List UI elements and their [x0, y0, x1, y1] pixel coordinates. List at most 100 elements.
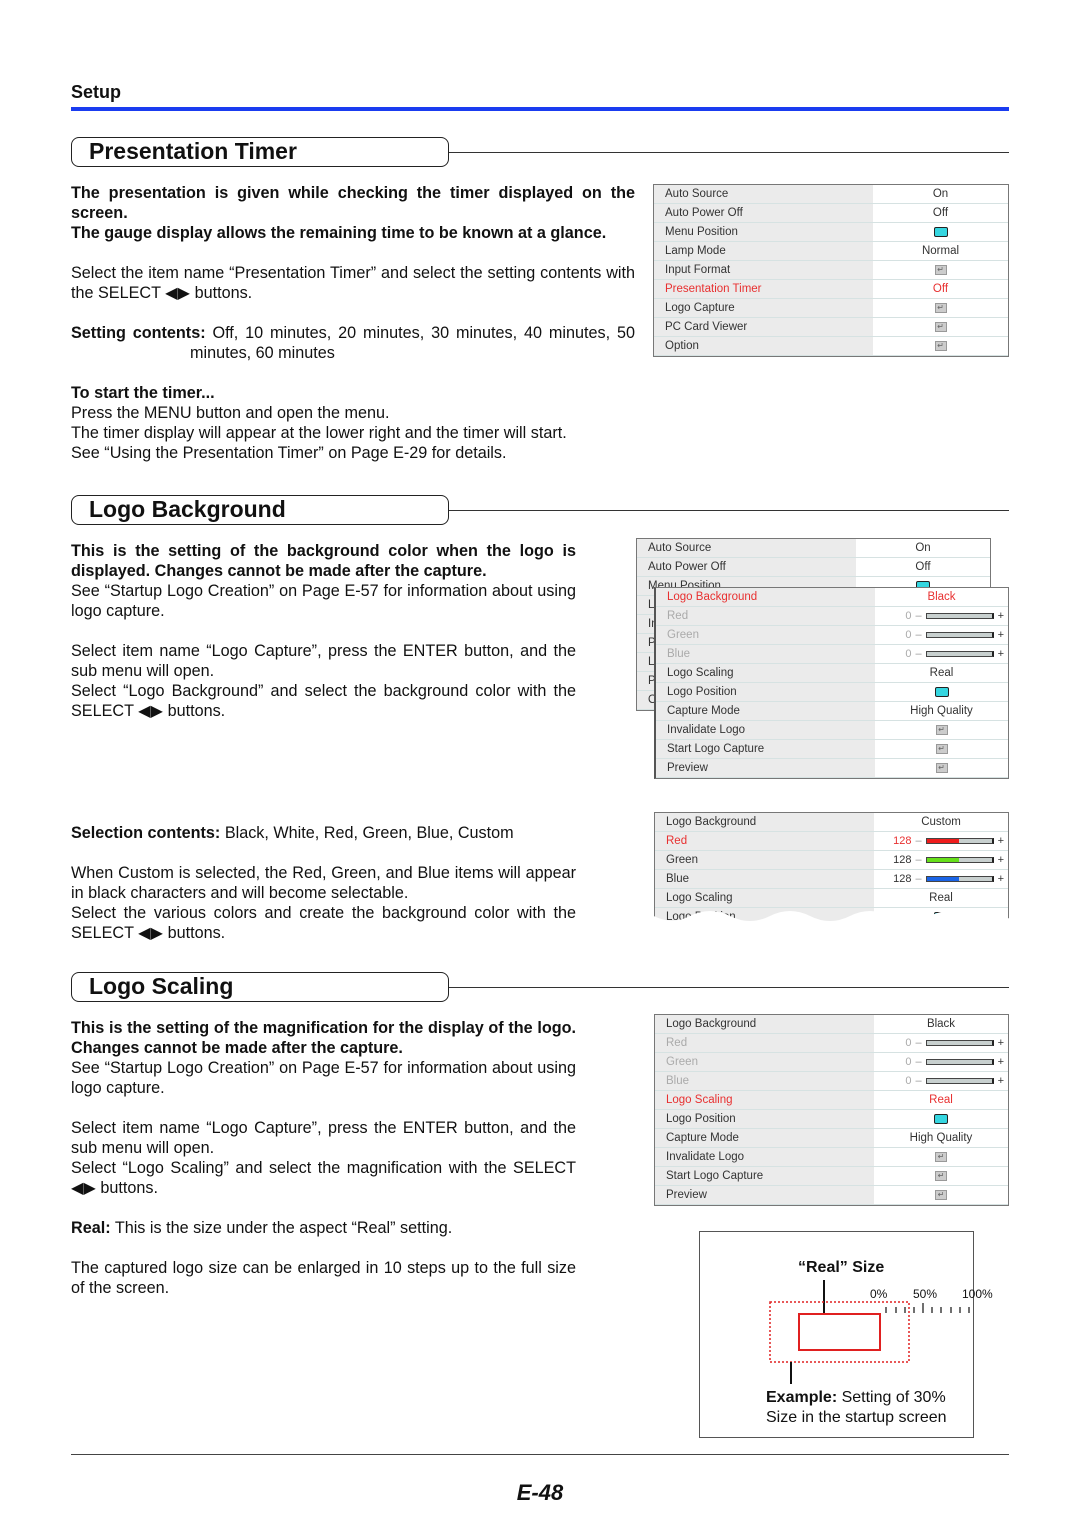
intro: The gauge display allows the remaining t… [71, 224, 607, 242]
slider-bar [925, 1040, 994, 1046]
menu-row: Invalidate Logo ↵ [656, 721, 1008, 740]
menu-item-label: Auto Source [654, 185, 873, 203]
section-title-logo-background: Logo Background [71, 495, 449, 525]
minus-icon: – [915, 834, 922, 847]
enter-icon: ↵ [934, 322, 947, 332]
paragraph: See “Startup Logo Creation” on Page E-57… [71, 1059, 576, 1097]
slider-value: 128 [893, 853, 912, 866]
menu-screenshot-custom: Logo Background Custom Red 128– + Green 128– + B… [654, 812, 1009, 922]
menu-item-slider: 128– + [874, 870, 1008, 889]
menu-item-label: Invalidate Logo [656, 721, 875, 739]
menu-item-icon [875, 687, 1008, 697]
paragraph: Select the various colors and create the… [71, 904, 576, 942]
menu-item-label: Start Logo Capture [655, 1167, 874, 1185]
menu-row: Capture Mode High Quality [656, 702, 1008, 721]
slider-fill [926, 839, 960, 843]
menu-row: Logo Position [656, 683, 1008, 702]
menu-screenshot-timer: Auto Source On Auto Power Off Off Menu Posit… [653, 184, 1009, 357]
menu-item-label: Logo Position [655, 1110, 874, 1128]
menu-item-icon: ↵ [874, 1152, 1008, 1162]
minus-icon: – [915, 853, 922, 866]
menu-item-label: Logo Background [656, 588, 875, 606]
enter-icon: ↵ [935, 1171, 947, 1181]
position-icon [934, 1114, 948, 1124]
menu-item-value: Real [929, 1093, 953, 1106]
menu-screenshot-logo-background: Logo Background Black Red 0– + Green 0– + Blue 0–… [654, 587, 1009, 779]
selection-label: Selection contents: [71, 824, 221, 842]
minus-icon: – [915, 1036, 922, 1049]
slider-fill [926, 877, 960, 881]
menu-item-slider: 0– + [874, 1034, 1008, 1053]
menu-item-value: Normal [921, 244, 960, 257]
menu-item-label: Green [655, 1053, 874, 1071]
menu-item-label: Preview [656, 759, 875, 777]
enter-icon: ↵ [935, 744, 948, 754]
menu-item-label: Option [654, 337, 873, 355]
menu-item-icon [874, 1114, 1008, 1124]
menu-item-value: High Quality [909, 1131, 973, 1144]
position-icon [934, 687, 949, 697]
menu-item-slider: 0– + [875, 626, 1008, 645]
menu-item-value: High Quality [910, 704, 973, 717]
menu-item-label: Logo Background [655, 1015, 874, 1033]
menu-item-label: Preview [655, 1186, 874, 1204]
menu-item-value: Custom [921, 815, 961, 828]
section-title-logo-scaling: Logo Scaling [71, 972, 449, 1002]
menu-item-label: Input Format [654, 261, 873, 279]
paragraph: Select “Logo Scaling” and select the mag… [71, 1159, 576, 1197]
plus-icon: + [997, 1074, 1004, 1087]
real-size-diagram: “Real” Size 0% 50% 100% Example: Setting… [699, 1231, 993, 1438]
menu-row: Logo Background Black [656, 588, 1008, 607]
menu-item-slider: 0– + [874, 1072, 1008, 1091]
menu-item-icon: ↵ [873, 341, 1008, 351]
menu-item-icon: ↵ [873, 322, 1008, 332]
enter-icon: ↵ [934, 303, 947, 313]
menu-row: Logo Scaling Real [655, 889, 1008, 908]
menu-row: Blue 0– + [656, 645, 1008, 664]
menu-item-label: PC Card Viewer [654, 318, 873, 336]
menu-item-label: Logo Position [656, 683, 875, 701]
menu-row: Lamp Mode Normal [654, 242, 1008, 261]
enter-icon: ↵ [935, 1152, 947, 1162]
menu-row: Invalidate Logo ↵ [655, 1148, 1008, 1167]
menu-item-label: Lamp Mode [654, 242, 873, 260]
menu-row: Capture Mode High Quality [655, 1129, 1008, 1148]
menu-item-label: Logo Scaling [655, 1091, 874, 1109]
menu-item-label: Invalidate Logo [655, 1148, 874, 1166]
menu-item-label: Red [656, 607, 875, 625]
menu-item-icon: ↵ [875, 744, 1008, 754]
slider-bar [925, 1078, 994, 1084]
menu-row: Red 0– + [655, 1034, 1008, 1053]
position-icon [933, 227, 948, 237]
menu-item-value: Real [929, 891, 953, 904]
menu-row: Logo Background Black [655, 1015, 1008, 1034]
menu-item-value: Black [927, 590, 956, 603]
plus-icon: + [997, 628, 1004, 641]
menu-row: Start Logo Capture ↵ [655, 1167, 1008, 1186]
menu-item-label: Red [655, 1034, 874, 1052]
menu-row: Option ↵ [654, 337, 1008, 356]
menu-item-icon: ↵ [875, 725, 1008, 735]
selection-values: Black, White, Red, Green, Blue, Custom [224, 824, 514, 842]
menu-item-slider: 0– + [874, 1053, 1008, 1072]
enter-icon: ↵ [934, 265, 947, 275]
slider-fill [926, 858, 960, 862]
menu-row: PC Card Viewer ↵ [654, 318, 1008, 337]
menu-item-label: Capture Mode [656, 702, 875, 720]
menu-row: Logo Scaling Real [656, 664, 1008, 683]
paragraph: Select item name “Logo Capture”, press t… [71, 1119, 576, 1157]
menu-item-label: Blue [655, 870, 874, 888]
menu-item-label: Logo Capture [654, 299, 873, 317]
paragraph: Select “Logo Background” and select the … [71, 682, 576, 720]
menu-item-label: Auto Power Off [637, 558, 856, 576]
slider-value: 0 [905, 628, 912, 641]
plus-icon: + [997, 872, 1004, 885]
minus-icon: – [915, 1055, 922, 1068]
menu-row: Presentation Timer Off [654, 280, 1008, 299]
slider-bar [925, 651, 994, 657]
example-line2: Size in the startup screen [766, 1409, 947, 1426]
torn-edge [650, 911, 1015, 928]
menu-item-slider: 128– + [874, 851, 1008, 870]
menu-row: Input Format ↵ [654, 261, 1008, 280]
menu-item-label: Menu Position [654, 223, 873, 241]
